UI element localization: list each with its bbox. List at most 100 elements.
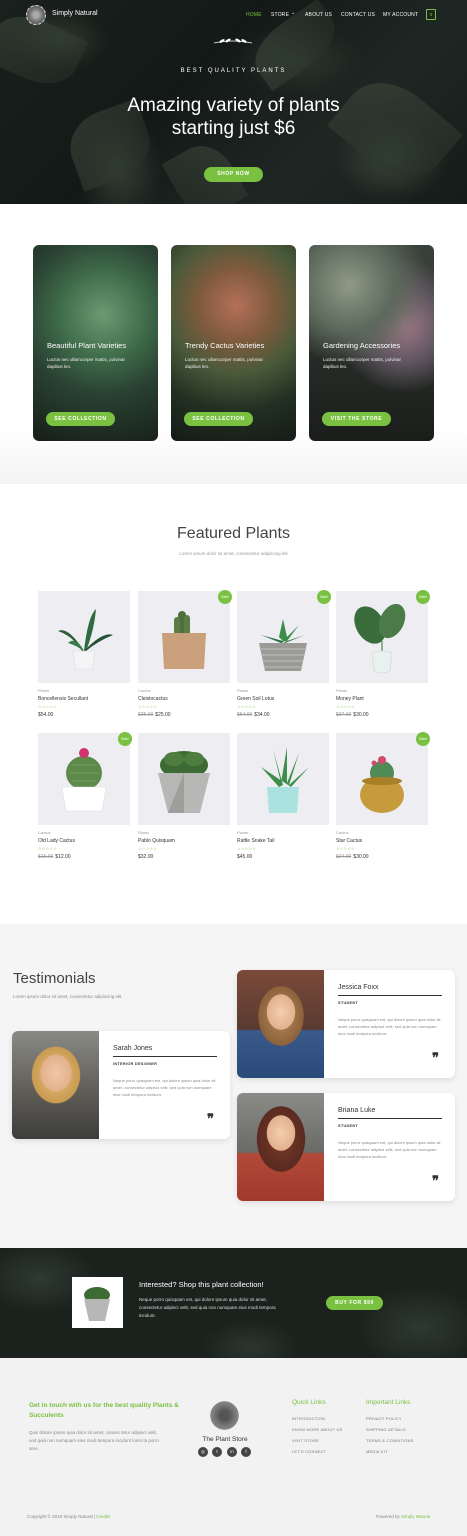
- product-image[interactable]: [38, 733, 130, 825]
- divider: [338, 1118, 442, 1119]
- collection-card-cactus[interactable]: Trendy Cactus Varieties Luctus nec ullam…: [171, 245, 296, 441]
- old-price: $15.00: [38, 854, 54, 860]
- logo-text[interactable]: Simply Natural: [52, 10, 98, 17]
- current-price: $12.00: [55, 854, 71, 860]
- shop-now-button[interactable]: SHOP NOW: [204, 167, 263, 182]
- cart-icon[interactable]: 0: [426, 9, 436, 20]
- old-price: $34.00: [336, 854, 352, 860]
- rating-stars: ☆☆☆☆☆: [38, 846, 57, 851]
- product-category: Cactus: [38, 830, 51, 835]
- rating-stars: ☆☆☆☆☆: [237, 704, 256, 709]
- copyright-text: Copyright © 2019 Simply Natural |: [27, 1514, 97, 1519]
- featured-title: Featured Plants: [177, 525, 290, 542]
- footer-link[interactable]: PRIVACY POLICY: [366, 1416, 402, 1421]
- nav-account[interactable]: MY ACCOUNT: [383, 12, 418, 18]
- chevron-down-icon[interactable]: ⌄: [291, 10, 295, 16]
- testimonial-text: Neque porro quisquam est, qui dolore ips…: [113, 1078, 216, 1097]
- product-image[interactable]: [38, 591, 130, 683]
- footer-link[interactable]: TERMS & CONDITIONS: [366, 1438, 414, 1443]
- avatar: [237, 1093, 324, 1201]
- footer-heading: Get in touch with us for the best qualit…: [29, 1402, 179, 1419]
- testimonial-name: Jessica Foxx: [338, 984, 379, 991]
- current-price: $25.00: [155, 712, 171, 718]
- product-name[interactable]: Green Soil Lotus: [237, 696, 274, 702]
- product-name[interactable]: Boncellensis Secullant: [38, 696, 88, 702]
- powered-link[interactable]: Simply Natural: [401, 1514, 430, 1519]
- product-price: $15.00 $12.00: [38, 854, 71, 860]
- current-price: $34.00: [254, 712, 270, 718]
- old-price: $35.00: [138, 712, 154, 718]
- divider: [338, 995, 442, 996]
- footer-link[interactable]: SHIPPING DETAILS: [366, 1427, 406, 1432]
- footer-link[interactable]: MEDIA KIT: [366, 1449, 388, 1454]
- product-image[interactable]: [336, 733, 428, 825]
- instagram-icon[interactable]: ◎: [198, 1447, 208, 1457]
- product-name[interactable]: Cleistocactus: [138, 696, 168, 702]
- visit-store-button[interactable]: VISIT THE STORE: [322, 412, 391, 426]
- product-thumbnail[interactable]: [72, 1277, 123, 1328]
- leaf-emblem-icon: [213, 38, 253, 44]
- footer-link[interactable]: VISIT STORE: [292, 1438, 319, 1443]
- powered-text: Powered by: [376, 1514, 402, 1519]
- footer-store-name: The Plant Store: [202, 1436, 248, 1443]
- nav-home[interactable]: HOME: [246, 12, 262, 18]
- plant-icon: [84, 1287, 110, 1321]
- product-category: Plants: [336, 688, 348, 693]
- hero-eyebrow: BEST QUALITY PLANTS: [180, 68, 287, 74]
- see-collection-button[interactable]: SEE COLLECTION: [184, 412, 253, 426]
- rating-stars: ☆☆☆☆☆: [138, 846, 157, 851]
- product-price: $45.00: [237, 854, 252, 860]
- collection-card-accessories[interactable]: Gardening Accessories Luctus nec ullamco…: [309, 245, 434, 441]
- aloe-icon: [261, 747, 309, 813]
- shop-banner-text: Neque porro quisquam est, qui dolore ips…: [139, 1297, 276, 1318]
- testimonials-title: Testimonials: [13, 970, 96, 987]
- store-logo-icon: [208, 1399, 241, 1432]
- product-category: Plants: [38, 688, 50, 693]
- product-category: Cactus: [336, 830, 349, 835]
- nav-contact[interactable]: CONTACT US: [341, 12, 375, 18]
- testimonial-name: Sarah Jones: [113, 1045, 153, 1052]
- leaf-plant-icon: [354, 603, 406, 674]
- footer-link[interactable]: LET'S CONNECT: [292, 1449, 326, 1454]
- testimonial-text: Neque porro quisquam est, qui dolore ips…: [338, 1017, 441, 1036]
- rating-stars: ☆☆☆☆☆: [38, 704, 57, 709]
- product-price: $54.00 $34.00: [237, 712, 270, 718]
- current-price: $45.00: [237, 854, 253, 860]
- product-name[interactable]: Star Cactus: [336, 838, 362, 844]
- credits-link[interactable]: Credits: [96, 1514, 110, 1519]
- twitter-icon[interactable]: t: [212, 1447, 222, 1457]
- product-image[interactable]: [237, 733, 329, 825]
- linkedin-icon[interactable]: in: [227, 1447, 237, 1457]
- nav-store[interactable]: STORE: [271, 12, 289, 18]
- product-name[interactable]: Rattle Snake Tail: [237, 838, 274, 844]
- footer-text: Quis dolore ipsum quia dolor sit amet, c…: [29, 1430, 159, 1451]
- footer-link[interactable]: KNOW MORE ABOUT US: [292, 1427, 342, 1432]
- footer-link[interactable]: INTRODUCTION: [292, 1416, 325, 1421]
- product-image[interactable]: [237, 591, 329, 683]
- product-name[interactable]: Pablo Quisquam: [138, 838, 175, 844]
- current-price: $32.00: [138, 854, 154, 860]
- buy-button[interactable]: BUY FOR $99: [326, 1296, 383, 1310]
- product-image[interactable]: [138, 591, 230, 683]
- logo-icon[interactable]: [26, 5, 46, 25]
- nav-about[interactable]: ABOUT US: [305, 12, 332, 18]
- old-price: $37.00: [336, 712, 352, 718]
- product-price: $34.00 $30.00: [336, 854, 369, 860]
- product-name[interactable]: Old Lady Cactus: [38, 838, 75, 844]
- sale-badge: Sale!: [118, 732, 132, 746]
- powered-by: Powered by Simply Natural: [376, 1514, 430, 1519]
- product-name[interactable]: Money Plant: [336, 696, 364, 702]
- facebook-icon[interactable]: f: [241, 1447, 251, 1457]
- current-price: $54.00: [38, 712, 54, 718]
- see-collection-button[interactable]: SEE COLLECTION: [46, 412, 115, 426]
- quick-links-title: Quick Links: [292, 1399, 326, 1406]
- current-price: $30.00: [353, 712, 369, 718]
- product-image[interactable]: [336, 591, 428, 683]
- copyright: Copyright © 2019 Simply Natural | Credit…: [27, 1514, 111, 1519]
- avatar: [12, 1031, 99, 1139]
- product-category: Plants: [138, 830, 150, 835]
- collection-card-plants[interactable]: Beautiful Plant Varieties Luctus nec ull…: [33, 245, 158, 441]
- old-price: $54.00: [237, 712, 253, 718]
- divider: [113, 1056, 217, 1057]
- product-image[interactable]: [138, 733, 230, 825]
